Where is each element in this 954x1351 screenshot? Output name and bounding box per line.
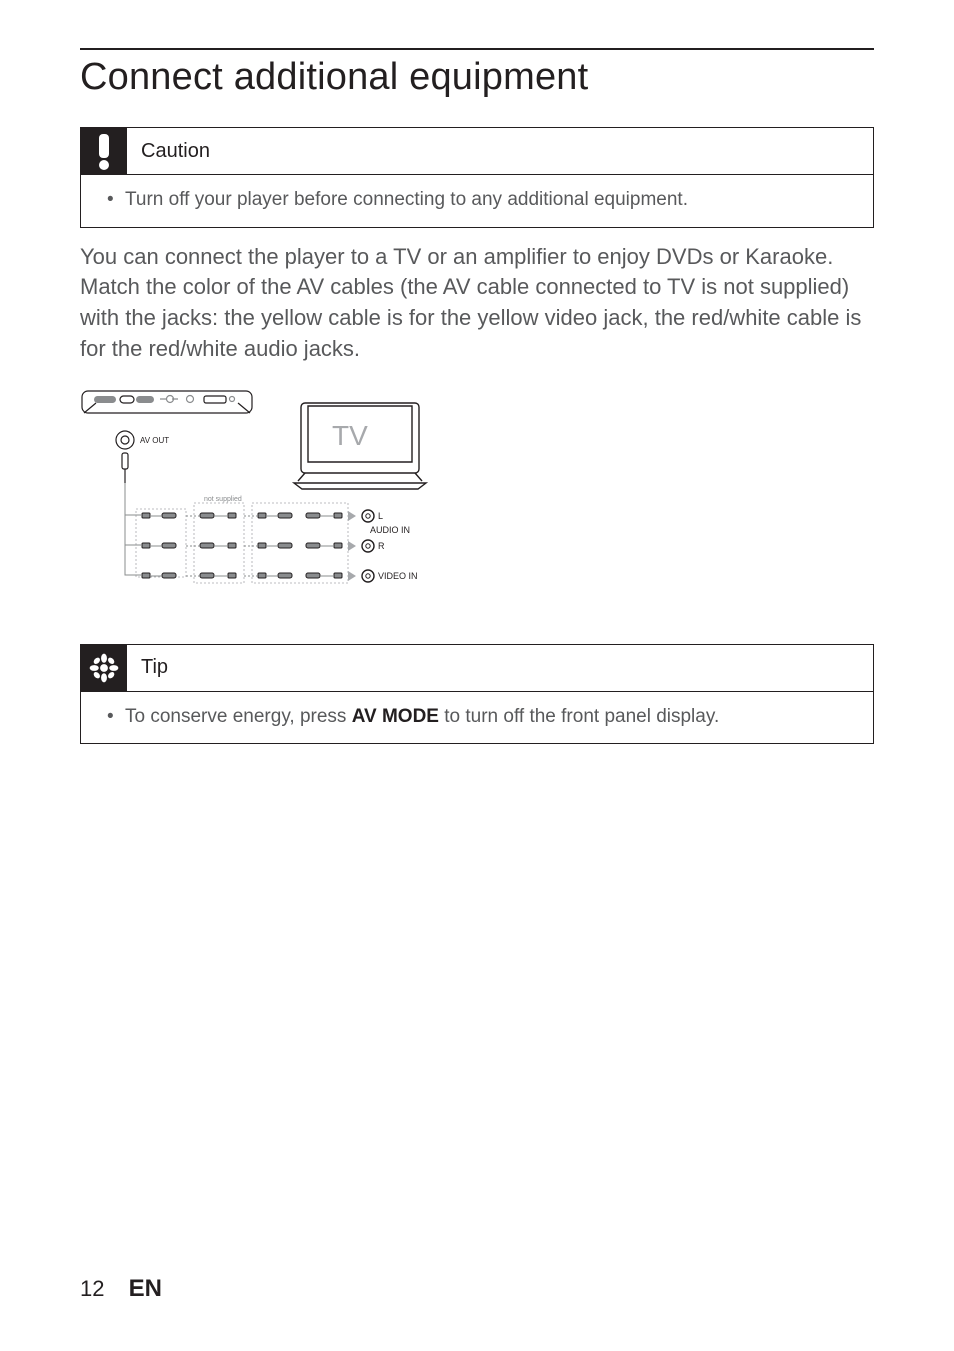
av-out-label: AV OUT [140, 436, 169, 445]
page-footer: 12 EN [80, 1275, 162, 1303]
player-icon [82, 391, 252, 413]
caution-header: Caution [81, 128, 873, 175]
caution-body: Turn off your player before connecting t… [81, 175, 873, 227]
caution-item: Turn off your player before connecting t… [107, 187, 855, 213]
page-heading: Connect additional equipment [80, 56, 874, 99]
audio-in-r: R [362, 540, 385, 552]
connection-diagram: AV OUT TV not supplied [80, 385, 435, 620]
body-text: You can connect the player to a TV or an… [80, 242, 874, 365]
page-number: 12 [80, 1276, 104, 1301]
caution-title: Caution [127, 140, 210, 163]
svg-text:L: L [378, 511, 383, 521]
svg-text:VIDEO IN: VIDEO IN [378, 571, 418, 581]
tip-box: Tip To conserve energy, press AV MODE to… [80, 644, 874, 745]
body-line-2: Match the color of the AV cables (the AV… [80, 274, 861, 361]
av-plug [122, 453, 128, 483]
top-rule [80, 48, 874, 50]
audio-in-l: L [362, 510, 383, 522]
not-supplied-label: not supplied [204, 496, 242, 503]
tip-header: Tip [81, 645, 873, 692]
warning-icon [81, 128, 127, 174]
cable-group: not supplied [125, 483, 356, 583]
caution-box: Caution Turn off your player before conn… [80, 127, 874, 228]
tip-title: Tip [127, 656, 168, 679]
tip-icon [81, 645, 127, 691]
av-out-jack [116, 431, 134, 449]
tip-item: To conserve energy, press AV MODE to tur… [107, 704, 855, 730]
page-language: EN [129, 1275, 162, 1302]
tv-label: TV [332, 420, 368, 451]
tip-body: To conserve energy, press AV MODE to tur… [81, 692, 873, 744]
audio-in-label: AUDIO IN [370, 525, 410, 535]
video-in: VIDEO IN [362, 570, 418, 582]
svg-text:R: R [378, 541, 385, 551]
body-line-1: You can connect the player to a TV or an… [80, 244, 833, 269]
